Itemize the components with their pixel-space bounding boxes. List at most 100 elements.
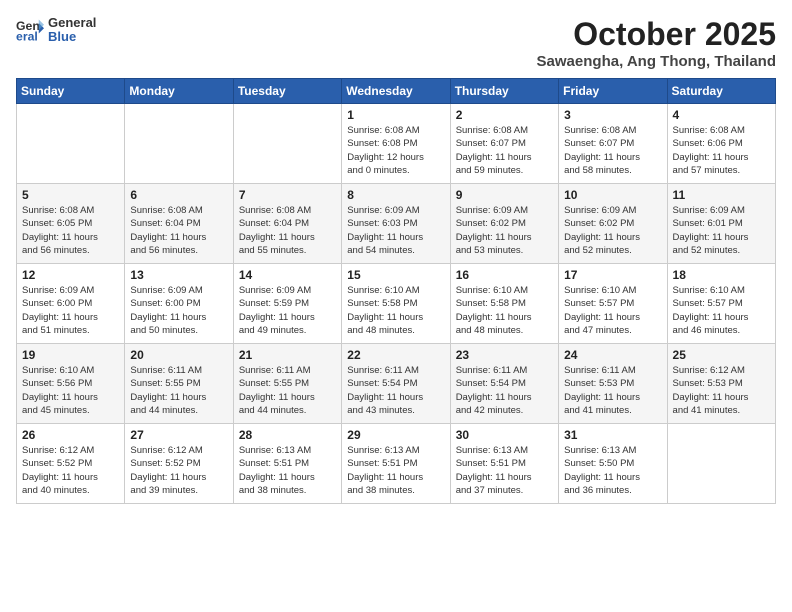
calendar-cell: 10 Sunrise: 6:09 AMSunset: 6:02 PMDayligh… [559,184,667,264]
page-header: Gen eral General Blue October 2025 Sawae… [16,16,776,70]
calendar-cell: 18Sunrise: 6:10 AMSunset: 5:57 PMDayligh… [667,264,775,344]
calendar-cell: 13 Sunrise: 6:09 AMSunset: 6:00 PMDayligh… [125,264,233,344]
calendar-cell: 11 Sunrise: 6:09 AMSunset: 6:01 PMDayligh… [667,184,775,264]
calendar-cell: 6Sunrise: 6:08 AMSunset: 6:04 PMDaylight… [125,184,233,264]
calendar-cell: 30 Sunrise: 6:13 AMSunset: 5:51 PMDayligh… [450,424,558,504]
day-number: 23 [456,348,553,362]
day-number: 9 [456,188,553,202]
calendar-cell: 19 Sunrise: 6:10 AMSunset: 5:56 PMDayligh… [17,344,125,424]
calendar-cell: 29 Sunrise: 6:13 AMSunset: 5:51 PMDayligh… [342,424,450,504]
calendar-cell: 14 Sunrise: 6:09 AMSunset: 5:59 PMDayligh… [233,264,341,344]
day-info: Sunrise: 6:13 AMSunset: 5:51 PMDaylight:… [239,444,336,497]
calendar-cell: 16Sunrise: 6:10 AMSunset: 5:58 PMDayligh… [450,264,558,344]
calendar-cell: 23 Sunrise: 6:11 AMSunset: 5:54 PMDayligh… [450,344,558,424]
calendar-location: Sawaengha, Ang Thong, Thailand [537,53,776,70]
day-info: Sunrise: 6:09 AMSunset: 6:02 PMDaylight:… [564,204,661,257]
day-info: Sunrise: 6:08 AMSunset: 6:04 PMDaylight:… [130,204,227,257]
calendar-cell: 3Sunrise: 6:08 AMSunset: 6:07 PMDaylight… [559,104,667,184]
day-number: 13 [130,268,227,282]
day-number: 24 [564,348,661,362]
day-number: 30 [456,428,553,442]
day-info: Sunrise: 6:13 AMSunset: 5:50 PMDaylight:… [564,444,661,497]
day-number: 8 [347,188,444,202]
weekday-header-row: SundayMondayTuesdayWednesdayThursdayFrid… [17,79,776,104]
day-number: 28 [239,428,336,442]
calendar-cell: 1 Sunrise: 6:08 AMSunset: 6:08 PMDaylight… [342,104,450,184]
title-block: October 2025 Sawaengha, Ang Thong, Thail… [537,16,776,70]
calendar-cell: 22Sunrise: 6:11 AMSunset: 5:54 PMDayligh… [342,344,450,424]
day-info: Sunrise: 6:10 AMSunset: 5:56 PMDaylight:… [22,364,119,417]
day-number: 15 [347,268,444,282]
day-info: Sunrise: 6:13 AMSunset: 5:51 PMDaylight:… [456,444,553,497]
calendar-cell: 7Sunrise: 6:08 AMSunset: 6:04 PMDaylight… [233,184,341,264]
day-info: Sunrise: 6:08 AMSunset: 6:05 PMDaylight:… [22,204,119,257]
calendar-cell [125,104,233,184]
calendar-week-4: 19 Sunrise: 6:10 AMSunset: 5:56 PMDayligh… [17,344,776,424]
day-number: 20 [130,348,227,362]
calendar-cell: 17 Sunrise: 6:10 AMSunset: 5:57 PMDayligh… [559,264,667,344]
calendar-cell: 2Sunrise: 6:08 AMSunset: 6:07 PMDaylight… [450,104,558,184]
day-number: 19 [22,348,119,362]
day-info: Sunrise: 6:09 AMSunset: 6:02 PMDaylight:… [456,204,553,257]
day-number: 5 [22,188,119,202]
calendar-cell: 9 Sunrise: 6:09 AMSunset: 6:02 PMDaylight… [450,184,558,264]
day-info: Sunrise: 6:11 AMSunset: 5:55 PMDaylight:… [130,364,227,417]
weekday-header-friday: Friday [559,79,667,104]
day-number: 4 [673,108,770,122]
calendar-cell: 27Sunrise: 6:12 AMSunset: 5:52 PMDayligh… [125,424,233,504]
day-number: 31 [564,428,661,442]
day-number: 12 [22,268,119,282]
day-info: Sunrise: 6:09 AMSunset: 5:59 PMDaylight:… [239,284,336,337]
day-info: Sunrise: 6:12 AMSunset: 5:53 PMDaylight:… [673,364,770,417]
calendar-cell: 31 Sunrise: 6:13 AMSunset: 5:50 PMDayligh… [559,424,667,504]
calendar-week-2: 5 Sunrise: 6:08 AMSunset: 6:05 PMDaylight… [17,184,776,264]
day-number: 14 [239,268,336,282]
day-number: 7 [239,188,336,202]
weekday-header-monday: Monday [125,79,233,104]
day-number: 26 [22,428,119,442]
day-info: Sunrise: 6:11 AMSunset: 5:54 PMDaylight:… [456,364,553,417]
day-number: 27 [130,428,227,442]
day-info: Sunrise: 6:10 AMSunset: 5:57 PMDaylight:… [564,284,661,337]
logo: Gen eral General Blue [16,16,96,45]
calendar-cell: 20 Sunrise: 6:11 AMSunset: 5:55 PMDayligh… [125,344,233,424]
calendar-cell: 4 Sunrise: 6:08 AMSunset: 6:06 PMDaylight… [667,104,775,184]
calendar-week-5: 26Sunrise: 6:12 AMSunset: 5:52 PMDayligh… [17,424,776,504]
weekday-header-wednesday: Wednesday [342,79,450,104]
weekday-header-saturday: Saturday [667,79,775,104]
calendar-cell: 24Sunrise: 6:11 AMSunset: 5:53 PMDayligh… [559,344,667,424]
calendar-cell: 12 Sunrise: 6:09 AMSunset: 6:00 PMDayligh… [17,264,125,344]
day-number: 1 [347,108,444,122]
calendar-cell: 8Sunrise: 6:09 AMSunset: 6:03 PMDaylight… [342,184,450,264]
weekday-header-tuesday: Tuesday [233,79,341,104]
day-info: Sunrise: 6:10 AMSunset: 5:58 PMDaylight:… [347,284,444,337]
calendar-cell: 21 Sunrise: 6:11 AMSunset: 5:55 PMDayligh… [233,344,341,424]
calendar-cell: 15 Sunrise: 6:10 AMSunset: 5:58 PMDayligh… [342,264,450,344]
day-number: 25 [673,348,770,362]
day-number: 21 [239,348,336,362]
svg-text:eral: eral [16,30,38,44]
calendar-title: October 2025 [537,16,776,53]
weekday-header-sunday: Sunday [17,79,125,104]
day-info: Sunrise: 6:09 AMSunset: 6:00 PMDaylight:… [130,284,227,337]
day-number: 11 [673,188,770,202]
calendar-cell [17,104,125,184]
day-info: Sunrise: 6:08 AMSunset: 6:06 PMDaylight:… [673,124,770,177]
calendar-cell [667,424,775,504]
day-info: Sunrise: 6:09 AMSunset: 6:00 PMDaylight:… [22,284,119,337]
day-number: 17 [564,268,661,282]
day-number: 22 [347,348,444,362]
logo-blue: Blue [48,30,96,44]
logo-icon: Gen eral [16,16,44,44]
day-info: Sunrise: 6:11 AMSunset: 5:55 PMDaylight:… [239,364,336,417]
day-info: Sunrise: 6:08 AMSunset: 6:08 PMDaylight:… [347,124,444,177]
day-info: Sunrise: 6:09 AMSunset: 6:01 PMDaylight:… [673,204,770,257]
calendar-cell [233,104,341,184]
calendar-week-3: 12 Sunrise: 6:09 AMSunset: 6:00 PMDayligh… [17,264,776,344]
day-number: 29 [347,428,444,442]
day-info: Sunrise: 6:08 AMSunset: 6:07 PMDaylight:… [456,124,553,177]
day-number: 10 [564,188,661,202]
day-info: Sunrise: 6:10 AMSunset: 5:58 PMDaylight:… [456,284,553,337]
day-info: Sunrise: 6:13 AMSunset: 5:51 PMDaylight:… [347,444,444,497]
day-number: 3 [564,108,661,122]
